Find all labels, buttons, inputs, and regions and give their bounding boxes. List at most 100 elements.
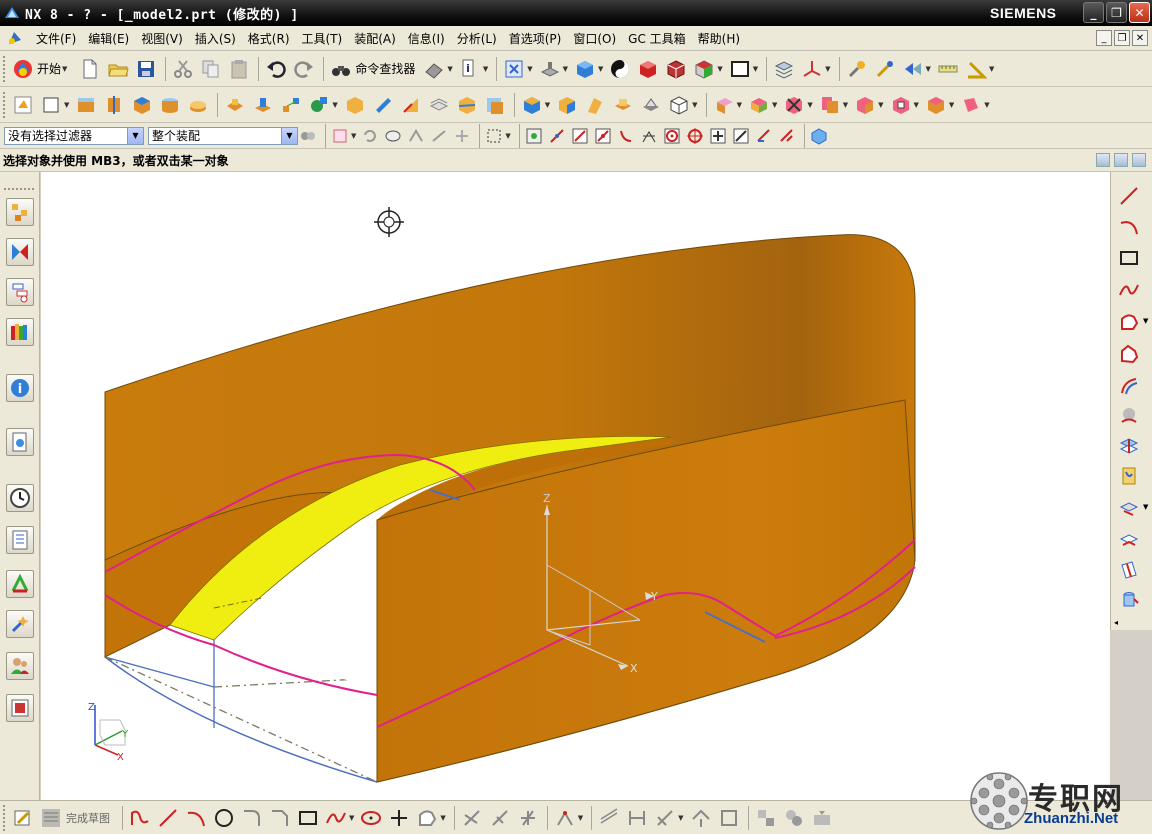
doc-minimize-button[interactable]: _ <box>1096 30 1112 46</box>
offset-button[interactable] <box>414 805 440 831</box>
quick-trim-button[interactable] <box>459 805 485 831</box>
quick-extend-button[interactable] <box>487 805 513 831</box>
datum-plane-button[interactable] <box>38 92 64 118</box>
extrude-button[interactable] <box>73 92 99 118</box>
snap-quadrant-button[interactable] <box>685 126 705 146</box>
ellipse-button[interactable] <box>358 805 384 831</box>
wireframe-cube-button[interactable] <box>663 56 689 82</box>
undo-select-button[interactable] <box>360 126 380 146</box>
angle-measure-button[interactable] <box>963 56 989 82</box>
shell-button[interactable] <box>370 92 396 118</box>
wrap-curve-button[interactable] <box>1117 528 1141 552</box>
feature-body-button[interactable] <box>666 92 692 118</box>
sew-button[interactable] <box>582 92 608 118</box>
type-filter-select[interactable]: 没有选择过滤器 ▼ <box>4 126 144 145</box>
snap-endpoint-button[interactable] <box>524 126 544 146</box>
sheet-from-curves-button[interactable] <box>923 92 949 118</box>
new-file-button[interactable] <box>77 56 103 82</box>
measure-button[interactable] <box>935 56 961 82</box>
emboss-button[interactable] <box>638 92 664 118</box>
help-tools-button[interactable] <box>872 56 898 82</box>
show-constraints-button[interactable] <box>688 805 714 831</box>
menu-assemblies[interactable]: 装配(A) <box>348 30 402 47</box>
surface-button[interactable] <box>711 92 737 118</box>
select-component-button[interactable] <box>452 126 472 146</box>
minimize-button[interactable]: _ <box>1083 2 1104 23</box>
thicken-button[interactable] <box>610 92 636 118</box>
enlarge-button[interactable] <box>888 92 914 118</box>
offset-curve-button[interactable] <box>1117 374 1141 398</box>
menu-insert[interactable]: 插入(S) <box>189 30 242 47</box>
dimension-button[interactable] <box>624 805 650 831</box>
menu-edit[interactable]: 编辑(E) <box>82 30 135 47</box>
snap-button[interactable] <box>844 56 870 82</box>
revolve-button[interactable] <box>101 92 127 118</box>
offset-face-button[interactable] <box>482 92 508 118</box>
patch-button[interactable] <box>958 92 984 118</box>
orient-view-button[interactable] <box>537 56 563 82</box>
hole-button[interactable] <box>222 92 248 118</box>
snap-curve-button[interactable] <box>616 126 636 146</box>
point-button[interactable] <box>386 805 412 831</box>
menu-information[interactable]: 信息(I) <box>402 30 451 47</box>
select-face-button[interactable] <box>383 126 403 146</box>
background-button[interactable] <box>607 56 633 82</box>
assembly-filter-button[interactable] <box>298 126 318 146</box>
color-cube-button[interactable] <box>691 56 717 82</box>
rectangle-tool-button[interactable] <box>1117 246 1141 270</box>
offset-surface-button[interactable] <box>852 92 878 118</box>
constraints-button[interactable] <box>552 805 578 831</box>
open-file-button[interactable] <box>105 56 131 82</box>
menu-gc-toolkit[interactable]: GC 工具箱 <box>622 30 692 47</box>
fullscreen-toggle[interactable] <box>1114 153 1128 167</box>
infer-constraints-button[interactable] <box>809 805 835 831</box>
maximize-button[interactable]: ❐ <box>1106 2 1127 23</box>
convert-reference-button[interactable] <box>753 805 779 831</box>
cone-button[interactable] <box>185 92 211 118</box>
sketch-button[interactable] <box>10 92 36 118</box>
draft-button[interactable] <box>398 92 424 118</box>
unite-button[interactable] <box>306 92 332 118</box>
layer-settings-button[interactable] <box>771 56 797 82</box>
rectangle-button[interactable] <box>295 805 321 831</box>
selection-tool-button[interactable] <box>421 56 447 82</box>
command-finder-button[interactable]: 命令查找器 <box>328 58 421 80</box>
snap-point-button[interactable] <box>708 126 728 146</box>
section-curve-button[interactable] <box>1117 464 1141 488</box>
toolbar-grip[interactable] <box>3 804 7 831</box>
cut-button[interactable] <box>170 56 196 82</box>
sketch-tool-button[interactable] <box>10 805 36 831</box>
line-tool-button[interactable] <box>1117 184 1141 208</box>
toolbar-grip[interactable] <box>3 55 7 82</box>
fillet-tool-button[interactable] <box>1117 342 1141 366</box>
menu-file[interactable]: 文件(F) <box>30 30 82 47</box>
line-button[interactable] <box>155 805 181 831</box>
roles-tab[interactable] <box>6 652 34 680</box>
studio-spline-button[interactable] <box>323 805 349 831</box>
snap-line-button[interactable] <box>570 126 590 146</box>
animate-dimension-button[interactable] <box>716 805 742 831</box>
document-menu-icon[interactable] <box>6 29 24 47</box>
section-view-button[interactable] <box>635 56 661 82</box>
selection-scope-select[interactable]: 整个装配 ▼ <box>148 126 298 145</box>
arc-button[interactable] <box>183 805 209 831</box>
cylinder-button[interactable] <box>157 92 183 118</box>
extract-curve-button[interactable] <box>1117 496 1141 520</box>
select-body-button[interactable] <box>406 126 426 146</box>
feature-select-button[interactable] <box>330 126 350 146</box>
nx-app-icon[interactable] <box>3 4 21 22</box>
doc-close-button[interactable]: ✕ <box>1132 30 1148 46</box>
circle-button[interactable] <box>211 805 237 831</box>
info-button[interactable]: i <box>457 56 483 82</box>
boss-button[interactable] <box>250 92 276 118</box>
profile-button[interactable] <box>127 805 153 831</box>
finish-sketch-label[interactable]: 完成草图 <box>66 810 110 826</box>
arc-tool-button[interactable] <box>1117 214 1141 238</box>
hd3d-tools-tab[interactable]: i <box>6 374 34 402</box>
snap-midpoint-button[interactable] <box>547 126 567 146</box>
alternate-solution-button[interactable] <box>781 805 807 831</box>
manufacturing-wizards-tab[interactable] <box>6 610 34 638</box>
intersect-curve-button[interactable] <box>1117 434 1141 458</box>
system-materials-tab[interactable] <box>6 526 34 554</box>
history-tab[interactable] <box>6 484 34 512</box>
